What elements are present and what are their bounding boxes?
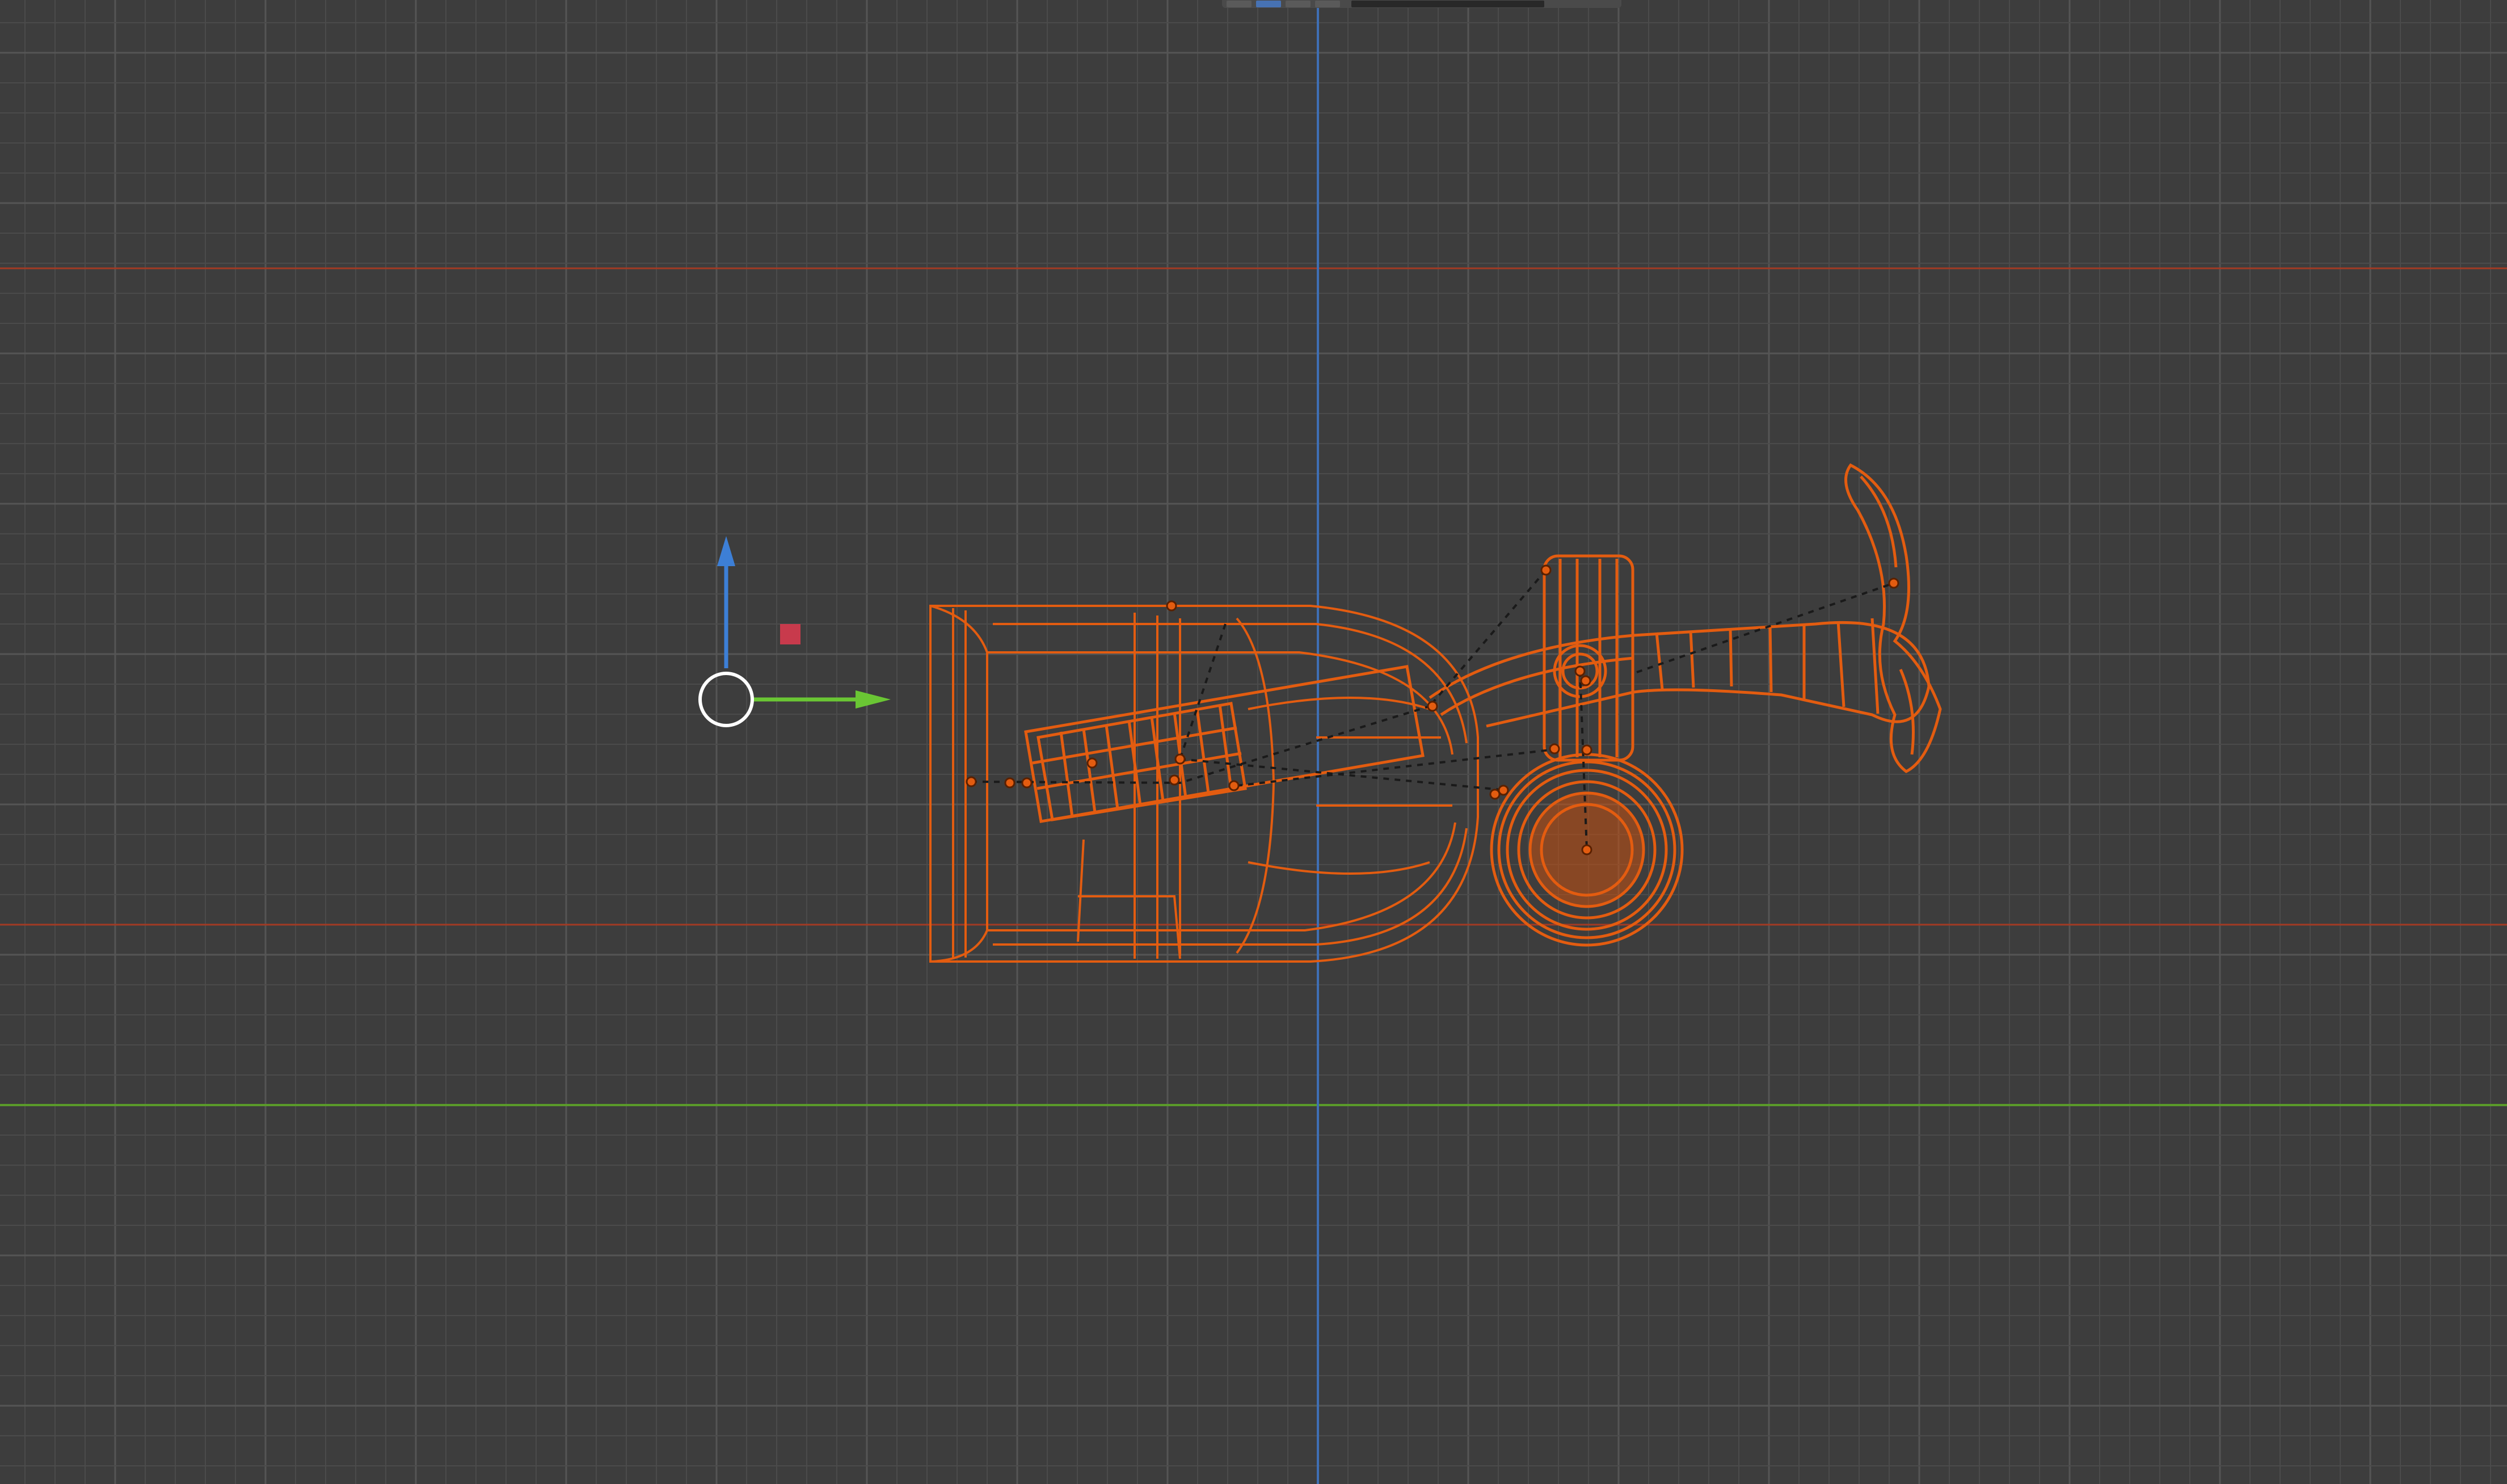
overlay-icon[interactable] — [1256, 1, 1281, 7]
gizmo-center-circle — [698, 672, 754, 727]
camera-icon[interactable] — [1315, 1, 1340, 7]
viewport-header — [1222, 0, 1621, 8]
shading-icon[interactable] — [1286, 1, 1311, 7]
gizmo-z-arrow-icon — [717, 536, 735, 566]
transform-gizmo[interactable] — [0, 0, 2507, 1484]
header-search-field[interactable] — [1351, 1, 1544, 7]
gizmo-plane-handle — [780, 624, 800, 644]
view-mode-icon[interactable] — [1227, 1, 1252, 7]
3d-viewport[interactable] — [0, 0, 2507, 1484]
gizmo-y-arrow-icon — [856, 690, 891, 709]
